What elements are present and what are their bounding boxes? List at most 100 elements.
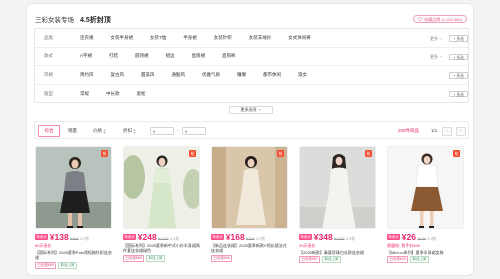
store-title: 三彩女装专场 (35, 17, 74, 24)
product-card[interactable]: 抢 特卖价 ¥26 ¥109 2.4折 限量抢: 到手价¥26 【Mini.co… (387, 146, 464, 274)
original-price: ¥109 (417, 237, 426, 241)
product-title[interactable]: 【Mini.co系列】夏季半身裙女装 (387, 250, 464, 255)
discount-rate: 2.2折 (80, 237, 90, 241)
filter-option[interactable]: 连衣裙 (80, 35, 94, 41)
next-page-button[interactable] (456, 126, 466, 136)
filter-option[interactable]: 女装羊绒衫 (249, 35, 272, 41)
filter-more-button[interactable]: 更多 (430, 54, 443, 60)
filter-option[interactable]: 半身裙 (183, 35, 197, 41)
flash-sale-badge: 抢 (101, 150, 108, 157)
filter-option[interactable]: 宽松 (137, 91, 146, 97)
sale-price: ¥168 (225, 232, 245, 242)
price-row: 特卖价 ¥168 ¥769 2.2折 (211, 232, 288, 242)
filter-option[interactable]: 都市休闲 (263, 72, 281, 78)
product-card[interactable]: 抢 特卖价 ¥348 ¥1199 2.9折 20天低价 【2025新款】春夏珍珠… (299, 146, 376, 274)
product-title[interactable]: 【国际系列】2025夏季新中式小衫半身裙两件套连衣裙绿色 (123, 243, 200, 254)
product-photo (36, 147, 111, 228)
filter-option[interactable]: 圆领裙 (135, 53, 149, 59)
filter-option[interactable]: 直筒裤 (222, 53, 236, 59)
coupon-tag: 已优惠¥85 (123, 255, 145, 263)
price-range-separator: - (177, 128, 179, 133)
product-card[interactable]: 抢 特卖价 ¥248 ¥1149 2.2折 【国际系列】2025夏季新中式小衫半… (123, 146, 200, 274)
product-count: 200件商品 (398, 128, 420, 133)
price-min-input[interactable] (150, 127, 174, 135)
chevron-right-icon (460, 129, 462, 133)
filter-option[interactable]: 女式休闲裤 (288, 35, 311, 41)
sort-price-label: 价格 (93, 128, 102, 133)
filter-row-style: 款式 A字裙 打结 圆领裙 褶边 直筒裙 直筒裤 更多 + 多选 (35, 48, 468, 67)
product-card[interactable]: 抢 特卖价 ¥168 ¥769 2.2折 【新品连衣裙】2025夏季新款V领长裙… (211, 146, 288, 274)
favorite-brand-button[interactable]: 收藏品牌 (1,253,660) (413, 15, 467, 23)
filter-option[interactable]: 褶边 (166, 53, 175, 59)
filter-label: 品类 (44, 34, 53, 40)
sale-price: ¥26 (401, 232, 416, 242)
filter-option[interactable]: 优雅气质 (202, 72, 220, 78)
filter-option[interactable]: 甜美风 (141, 72, 155, 78)
filter-option[interactable]: 中长款 (106, 91, 120, 97)
filter-label: 版型 (44, 91, 53, 97)
filter-option[interactable]: 打结 (109, 53, 118, 59)
favorite-label: 收藏品牌 (1,253,660) (424, 16, 462, 22)
chevron-left-icon (446, 129, 448, 133)
product-card[interactable]: 抢 特卖价 ¥138 ¥999 2.2折 60天低价 【国际系列】2025夏季P… (35, 146, 112, 274)
more-options-button[interactable]: 更多选项 (229, 106, 273, 114)
filter-row-fit: 版型 常规 中长款 宽松 + 多选 (35, 85, 468, 104)
promo-tag: 新品上新 (322, 256, 341, 264)
multi-select-button[interactable]: + 多选 (449, 90, 468, 98)
product-image[interactable]: 抢 (299, 146, 376, 229)
price-max-input[interactable] (182, 127, 206, 135)
heart-icon (418, 17, 423, 22)
filter-option[interactable]: 女装半身裙 (111, 35, 134, 41)
price-tag: 特卖价 (387, 233, 401, 241)
filter-option[interactable]: 简约风 (80, 72, 94, 78)
discount-rate: 2.4折 (427, 237, 437, 241)
product-title[interactable]: 【国际系列】2025夏季Polo领短袖针织连衣裙 (35, 250, 112, 261)
filter-option[interactable]: 慵懒 (237, 72, 246, 78)
price-tag: 特卖价 (211, 233, 225, 241)
filter-option[interactable]: 淑女 (298, 72, 307, 78)
filter-options: 简约风 复古风 甜美风 通勤风 优雅气质 慵懒 都市休闲 淑女 (80, 72, 307, 78)
price-row: 特卖价 ¥138 ¥999 2.2折 (35, 232, 112, 242)
sort-arrows-icon (103, 128, 106, 134)
discount-cap: 4.5折封顶 (80, 17, 111, 24)
sort-bar: 综合 销量 价格 折扣 - 200件商品 1/1 (34, 121, 469, 139)
product-image[interactable]: 抢 (387, 146, 464, 229)
sort-arrows-icon (133, 128, 136, 134)
product-title[interactable]: 【2025新款】春夏珍珠白长款连衣裙 (299, 250, 376, 255)
filter-option[interactable]: 女装针织 (214, 35, 232, 41)
filter-more-button[interactable]: 更多 (430, 36, 443, 42)
promo-tag: 新品上新 (58, 261, 77, 269)
tag-list: 已优惠¥87 新品上新 (299, 256, 376, 264)
product-image[interactable]: 抢 (35, 146, 112, 229)
price-row: 特卖价 ¥348 ¥1199 2.9折 (299, 232, 376, 242)
sort-price-tab[interactable]: 价格 (93, 125, 106, 137)
sort-discount-tab[interactable]: 折扣 (123, 125, 136, 137)
original-price: ¥1149 (158, 237, 169, 241)
filter-option[interactable]: 女装T恤 (150, 35, 166, 41)
product-title[interactable]: 【新品连衣裙】2025夏季新款V领长裙法式连衣裙 (211, 243, 288, 254)
filter-panel: 品类 连衣裙 女装半身裙 女装T恤 半身裙 女装针织 女装羊绒衫 女式休闲裤 更… (34, 28, 469, 103)
filter-option[interactable]: 直筒裙 (192, 53, 206, 59)
filter-options: 常规 中长款 宽松 (80, 91, 146, 97)
multi-select-button[interactable]: + 多选 (449, 72, 468, 79)
sort-sales-tab[interactable]: 销量 (68, 125, 77, 137)
filter-label: 款式 (44, 53, 53, 59)
flash-sale-badge: 抢 (189, 150, 196, 157)
coupon-tag: 已优惠¥69 (35, 261, 57, 269)
prev-page-button[interactable] (442, 126, 452, 136)
multi-select-button[interactable]: + 多选 (449, 35, 468, 42)
filter-option[interactable]: 常规 (80, 91, 89, 97)
sort-discount-label: 折扣 (123, 128, 132, 133)
multi-select-button[interactable]: + 多选 (449, 53, 468, 61)
filter-option[interactable]: 通勤风 (172, 72, 186, 78)
price-note: 20天低价 (299, 242, 316, 248)
filter-option[interactable]: 复古风 (111, 72, 125, 78)
product-image[interactable]: 抢 (211, 146, 288, 229)
product-image[interactable]: 抢 (123, 146, 200, 229)
filter-options: 连衣裙 女装半身裙 女装T恤 半身裙 女装针织 女装羊绒衫 女式休闲裤 (80, 35, 311, 41)
price-note: 限量抢: 到手价¥26 (387, 242, 420, 248)
filter-more-label: 更多 (430, 35, 438, 41)
filter-option[interactable]: A字裙 (80, 53, 92, 59)
sort-composite-tab[interactable]: 综合 (38, 125, 60, 137)
price-tag: 特卖价 (299, 233, 313, 241)
